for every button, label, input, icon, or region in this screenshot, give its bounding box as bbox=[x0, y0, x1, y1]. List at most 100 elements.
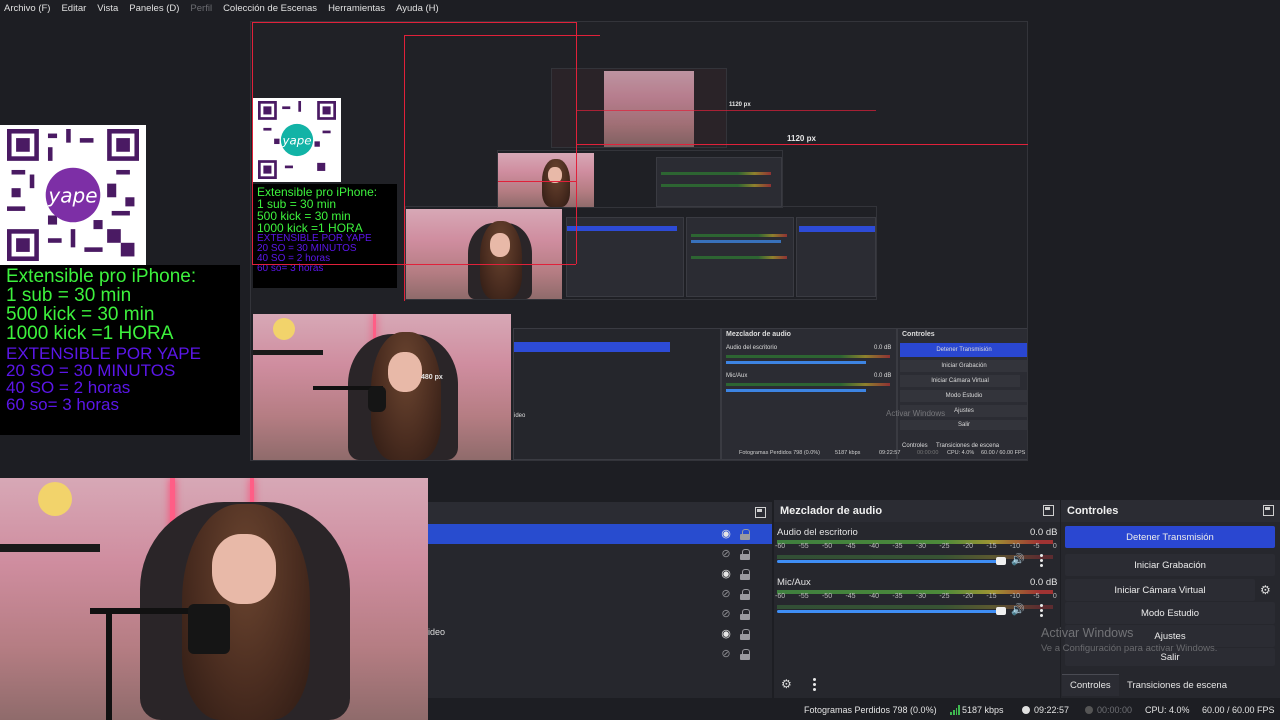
record-indicator-icon bbox=[1085, 706, 1093, 714]
source-row[interactable]: ◉ bbox=[428, 564, 772, 584]
overlay-purple-line: 20 SO = 30 MINUTOS bbox=[6, 361, 176, 380]
guide-line bbox=[252, 22, 253, 264]
menu-paneles[interactable]: Paneles (D) bbox=[129, 3, 179, 14]
virtual-camera-settings-gear-icon[interactable]: ⚙ bbox=[1260, 583, 1271, 597]
meter-tick-label: -45 bbox=[845, 593, 856, 600]
lock-icon[interactable] bbox=[740, 549, 750, 560]
guide-line bbox=[404, 35, 405, 301]
channel-db: 0.0 dB bbox=[1030, 577, 1058, 588]
controls-header: Controles bbox=[1061, 500, 1280, 522]
guide-line bbox=[252, 264, 576, 265]
advanced-audio-gear-icon[interactable]: ⚙ bbox=[781, 677, 792, 691]
fps: 60.00 / 60.00 FPS bbox=[1202, 705, 1275, 715]
eye-off-icon[interactable]: ⊘ bbox=[720, 548, 732, 560]
eye-off-icon[interactable]: ⊘ bbox=[720, 648, 732, 660]
lock-icon[interactable] bbox=[740, 609, 750, 620]
tab-controls[interactable]: Controles bbox=[1062, 674, 1119, 696]
menu-editar[interactable]: Editar bbox=[61, 3, 86, 14]
qr-icon: yape bbox=[258, 101, 336, 179]
source-row[interactable]: ⊘ bbox=[428, 584, 772, 604]
windows-activation-watermark: Activar Windows bbox=[1041, 626, 1134, 640]
lock-icon[interactable] bbox=[740, 649, 750, 660]
lock-icon[interactable] bbox=[740, 629, 750, 640]
eye-off-icon[interactable]: ⊘ bbox=[720, 608, 732, 620]
qr-icon: yape bbox=[7, 129, 139, 261]
eye-icon[interactable]: ◉ bbox=[720, 568, 732, 580]
cpu-usage: CPU: 4.0% bbox=[1145, 705, 1190, 715]
speaker-icon[interactable]: 🔊 bbox=[1011, 603, 1025, 616]
meter-tick-label: -40 bbox=[868, 593, 880, 600]
svg-text:yape: yape bbox=[281, 134, 311, 148]
stream-indicator-icon bbox=[1022, 706, 1030, 714]
webcam-feed-small bbox=[253, 314, 511, 460]
eye-icon[interactable]: ◉ bbox=[720, 628, 732, 640]
overlay-green-line: Extensible pro iPhone: bbox=[6, 266, 197, 287]
menu-vista[interactable]: Vista bbox=[97, 3, 118, 14]
more-options-icon[interactable] bbox=[1040, 604, 1043, 617]
extension-info-overlay-small: Extensible pro iPhone: 1 sub = 30 min 50… bbox=[253, 184, 397, 288]
start-virtual-camera-button[interactable]: Iniciar Cámara Virtual bbox=[1065, 579, 1255, 601]
meter-tick-label: -60 bbox=[775, 543, 786, 550]
more-options-icon[interactable] bbox=[1040, 554, 1043, 567]
tab-scene-transitions[interactable]: Transiciones de escena bbox=[1119, 674, 1235, 696]
menu-ayuda[interactable]: Ayuda (H) bbox=[396, 3, 439, 14]
source-row[interactable]: ⊘ bbox=[428, 644, 772, 664]
measure-label: 1120 px bbox=[729, 102, 751, 108]
mirrored-obs-window-3 bbox=[497, 150, 783, 208]
mixer-title: Mezclador de audio bbox=[780, 505, 883, 517]
meter-tick-label: -55 bbox=[798, 543, 809, 550]
eye-icon[interactable]: ◉ bbox=[720, 528, 732, 540]
menu-herramientas[interactable]: Herramientas bbox=[328, 3, 385, 14]
mirror-mixer-panel: Mezclador de audio Audio del escritorio … bbox=[721, 328, 897, 460]
channel-name: Audio del escritorio bbox=[777, 527, 858, 538]
volume-slider-knob[interactable] bbox=[996, 557, 1006, 565]
mixer-menu-icon[interactable] bbox=[813, 678, 816, 691]
guide-line bbox=[252, 22, 576, 23]
menu-archivo[interactable]: Archivo (F) bbox=[4, 3, 50, 14]
channel-name: Mic/Aux bbox=[777, 577, 811, 588]
studio-mode-button[interactable]: Modo Estudio bbox=[1065, 602, 1275, 624]
lock-icon[interactable] bbox=[740, 569, 750, 580]
status-bar: Fotogramas Perdidos 798 (0.0%) 5187 kbps… bbox=[428, 700, 1280, 720]
overlay-purple-line: 60 so= 3 horas bbox=[257, 263, 324, 274]
menu-bar: Archivo (F) Editar Vista Paneles (D) Per… bbox=[0, 0, 1280, 17]
meter-tick-label: -55 bbox=[798, 593, 809, 600]
mixer-header: Mezclador de audio bbox=[774, 500, 1060, 522]
volume-slider-knob[interactable] bbox=[996, 607, 1006, 615]
yape-qr-code-small: yape bbox=[253, 98, 341, 182]
meter-tick-label: -20 bbox=[962, 543, 973, 550]
mirror-status: 60.00 / 60.00 FPS bbox=[981, 450, 1026, 456]
menu-coleccion-escenas[interactable]: Colección de Escenas bbox=[223, 3, 317, 14]
guide-line bbox=[576, 144, 1028, 145]
source-label: ideo bbox=[428, 627, 446, 637]
mirror-sources-panel: ideo bbox=[513, 328, 721, 460]
mirror-status: CPU: 4.0% bbox=[947, 450, 975, 456]
volume-slider[interactable] bbox=[777, 610, 1003, 613]
meter-tick-label: 0 bbox=[1052, 593, 1057, 600]
meter-tick-label: -5 bbox=[1033, 593, 1040, 600]
start-recording-button[interactable]: Iniciar Grabación bbox=[1065, 554, 1275, 576]
meter-tick-label: -50 bbox=[821, 593, 833, 600]
source-row[interactable]: ⊘ bbox=[428, 544, 772, 564]
source-row[interactable]: ⊘ bbox=[428, 604, 772, 624]
eye-off-icon[interactable]: ⊘ bbox=[720, 588, 732, 600]
mirror-status: 00:00:00 bbox=[917, 450, 939, 456]
meter-scale: -60 -55 -50 -45 -40 -35 -30 -25 -20 -15 -10 -5 0 bbox=[775, 593, 1057, 603]
source-row[interactable]: ◉ bbox=[428, 524, 772, 544]
speaker-icon[interactable]: 🔊 bbox=[1011, 553, 1025, 566]
lock-icon[interactable] bbox=[740, 589, 750, 600]
overlay-purple-line: EXTENSIBLE POR YAPE bbox=[6, 344, 201, 363]
undock-icon[interactable] bbox=[1263, 505, 1274, 516]
overlay-purple-line: 40 SO = 2 horas bbox=[6, 378, 131, 397]
mirror-status: 09:22:57 bbox=[879, 450, 901, 456]
lock-icon[interactable] bbox=[740, 529, 750, 540]
stop-streaming-button[interactable]: Detener Transmisión bbox=[1065, 526, 1275, 548]
meter-tick-label: -40 bbox=[868, 543, 880, 550]
undock-icon[interactable] bbox=[755, 507, 766, 518]
meter-tick-label: -15 bbox=[986, 543, 997, 550]
preview-canvas[interactable]: yape Extensible pro iPhone: 1 sub = 30 m… bbox=[0, 17, 1280, 477]
volume-slider[interactable] bbox=[777, 560, 1003, 563]
meter-tick-label: -50 bbox=[821, 543, 833, 550]
undock-icon[interactable] bbox=[1043, 505, 1054, 516]
source-row[interactable]: ideo ◉ bbox=[428, 624, 772, 644]
